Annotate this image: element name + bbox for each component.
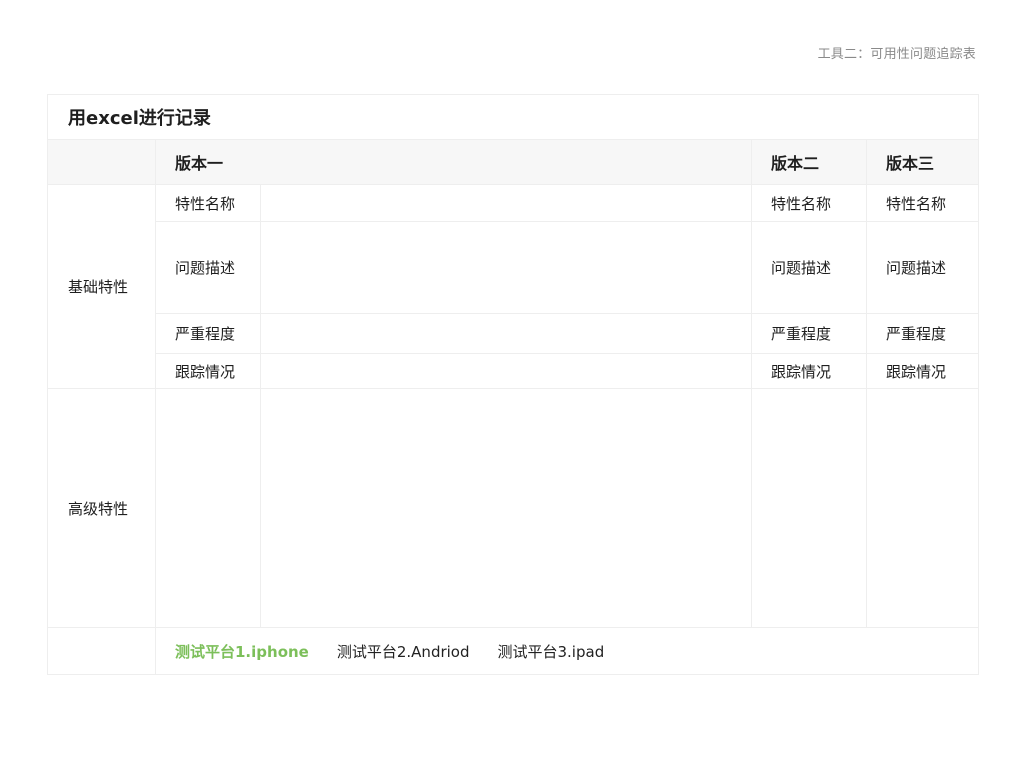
advanced-v2-cell[interactable] (751, 388, 867, 628)
platform-tabs: 测试平台1.iphone 测试平台2.Andriod 测试平台3.ipad (175, 641, 978, 662)
table-title: 用excel进行记录 (46, 94, 980, 140)
v1-feature-name-cell[interactable] (260, 184, 752, 222)
advanced-v1-cell[interactable] (260, 388, 752, 628)
version-two-header: 版本二 (751, 139, 867, 185)
v1-tracking-cell[interactable] (260, 353, 752, 389)
table-row: 高级特性 (47, 388, 980, 628)
version-one-header: 版本一 (155, 139, 752, 185)
issue-tracking-table: 用excel进行记录 版本一 版本二 版本三 基础特性 特性名称 特性名称 特性… (46, 94, 980, 675)
tab-platform-iphone[interactable]: 测试平台1.iphone (175, 641, 309, 662)
v1-issue-desc-label: 问题描述 (155, 221, 261, 314)
advanced-v1-label-cell[interactable] (155, 388, 261, 628)
version-three-header: 版本三 (865, 139, 980, 185)
platform-tabs-row: 测试平台1.iphone 测试平台2.Andriod 测试平台3.ipad (47, 627, 980, 675)
table-row: 基础特性 特性名称 特性名称 特性名称 (47, 184, 980, 389)
v1-issue-desc-cell[interactable] (260, 221, 752, 314)
v1-severity-label: 严重程度 (155, 313, 261, 354)
table-row: 严重程度 严重程度 严重程度 (48, 313, 980, 354)
v1-feature-name-label: 特性名称 (155, 184, 261, 222)
v2-severity-cell[interactable]: 严重程度 (751, 313, 867, 354)
v3-feature-name-cell[interactable]: 特性名称 (865, 184, 980, 222)
v3-tracking-cell[interactable]: 跟踪情况 (865, 353, 980, 389)
platform-tabs-cell: 测试平台1.iphone 测试平台2.Andriod 测试平台3.ipad (154, 627, 980, 675)
advanced-features-label: 高级特性 (47, 388, 156, 628)
table-row: 跟踪情况 跟踪情况 跟踪情况 (48, 353, 980, 389)
header-corner-cell (47, 139, 156, 185)
v1-severity-cell[interactable] (260, 313, 752, 354)
tab-platform-ipad[interactable]: 测试平台3.ipad (498, 641, 605, 662)
v2-feature-name-cell[interactable]: 特性名称 (751, 184, 867, 222)
v2-issue-desc-cell[interactable]: 问题描述 (751, 221, 867, 314)
v2-tracking-cell[interactable]: 跟踪情况 (751, 353, 867, 389)
v3-severity-cell[interactable]: 严重程度 (865, 313, 980, 354)
platform-corner-cell (47, 627, 156, 675)
table-row: 问题描述 问题描述 问题描述 (48, 221, 980, 314)
v1-tracking-label: 跟踪情况 (155, 353, 261, 389)
v3-issue-desc-cell[interactable]: 问题描述 (865, 221, 980, 314)
table-title-row: 用excel进行记录 (46, 94, 980, 140)
advanced-v3-cell[interactable] (865, 388, 980, 628)
version-header-row: 版本一 版本二 版本三 (47, 139, 980, 185)
basic-features-label: 基础特性 (47, 184, 156, 389)
document-title: 工具二：可用性问题追踪表 (817, 47, 976, 62)
tab-platform-android[interactable]: 测试平台2.Andriod (337, 641, 470, 662)
